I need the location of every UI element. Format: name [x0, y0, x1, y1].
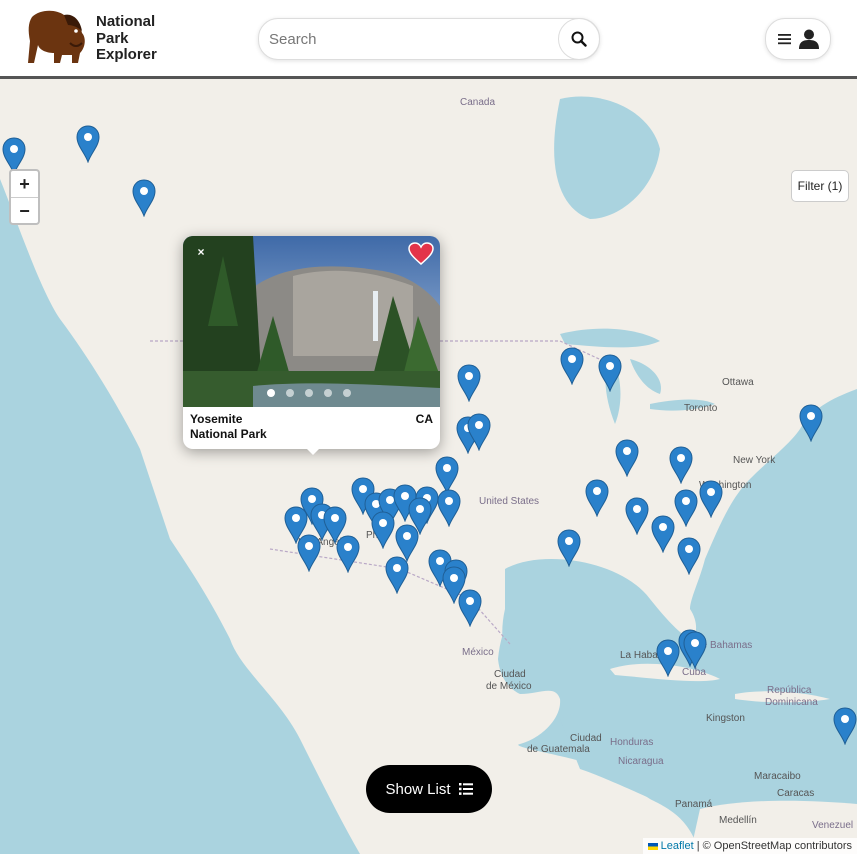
map-label: Ciudad: [570, 733, 602, 744]
park-marker-icon[interactable]: [699, 480, 723, 519]
park-marker-icon[interactable]: [336, 535, 360, 574]
map-label: República: [767, 685, 812, 696]
carousel-dot[interactable]: [324, 389, 332, 397]
hamburger-icon: [777, 34, 791, 45]
filter-button[interactable]: Filter (1): [791, 170, 849, 202]
park-marker-icon[interactable]: [132, 179, 156, 218]
ukraine-flag-icon: [647, 842, 658, 850]
park-marker-icon[interactable]: [297, 534, 321, 573]
carousel-dot[interactable]: [305, 389, 313, 397]
map-label: Kingston: [706, 713, 745, 724]
user-icon: [798, 29, 819, 49]
park-photo[interactable]: [183, 236, 440, 407]
park-marker-icon[interactable]: [625, 497, 649, 536]
map-label: México: [462, 647, 494, 658]
map-label: Medellín: [719, 815, 757, 826]
park-marker-icon[interactable]: [557, 529, 581, 568]
park-marker-icon[interactable]: [385, 556, 409, 595]
map-label: United States: [479, 496, 540, 507]
park-marker-icon[interactable]: [371, 511, 395, 550]
carousel-dot[interactable]: [286, 389, 294, 397]
park-marker-icon[interactable]: [437, 489, 461, 528]
park-state: CA: [415, 412, 433, 426]
yosemite-photo: [183, 236, 440, 407]
park-marker-icon[interactable]: [585, 479, 609, 518]
map-label: Panamá: [675, 799, 713, 810]
search-button[interactable]: [558, 18, 600, 60]
search-icon: [571, 31, 587, 47]
map-label: de Guatemala: [527, 744, 590, 755]
zoom-out-button[interactable]: −: [11, 198, 38, 224]
park-marker-icon[interactable]: [674, 489, 698, 528]
map-label: New York: [733, 455, 776, 466]
map-label: Caracas: [777, 788, 815, 799]
carousel-dots: [267, 389, 351, 397]
park-popup: × Yosemite National Park CA: [183, 236, 440, 455]
park-marker-icon[interactable]: [457, 364, 481, 403]
close-icon[interactable]: ×: [193, 244, 209, 260]
map[interactable]: Canada Ottawa Toronto New York Washingto…: [0, 79, 857, 854]
park-name-line: Yosemite: [190, 412, 243, 426]
map-label: Toronto: [684, 403, 718, 414]
map-label: Nicaragua: [618, 756, 664, 767]
park-marker-icon[interactable]: [656, 639, 680, 678]
park-marker-icon[interactable]: [615, 439, 639, 478]
app-header: National Park Explorer: [0, 0, 857, 76]
park-marker-icon[interactable]: [467, 413, 491, 452]
logo-line: Explorer: [96, 46, 157, 63]
logo[interactable]: National Park Explorer: [26, 7, 166, 67]
search-bar: [258, 18, 600, 60]
map-attribution: Leaflet | © OpenStreetMap contributors: [642, 838, 857, 854]
park-marker-icon[interactable]: [683, 631, 707, 670]
user-menu-button[interactable]: [765, 18, 831, 60]
popup-tip: [304, 446, 322, 455]
map-label: Honduras: [610, 737, 654, 748]
logo-line: Park: [96, 29, 129, 47]
map-label: de México: [486, 681, 532, 692]
search-input[interactable]: [267, 26, 556, 52]
zoom-control: + −: [9, 169, 40, 225]
park-marker-icon[interactable]: [799, 404, 823, 443]
logo-text: National Park Explorer: [96, 13, 157, 64]
bison-icon: [28, 10, 86, 64]
park-marker-icon[interactable]: [458, 589, 482, 628]
map-label: Ottawa: [722, 377, 754, 388]
map-label: Venezuel: [812, 820, 854, 831]
park-marker-icon[interactable]: [677, 537, 701, 576]
map-label: Maracaibo: [754, 771, 801, 782]
park-name-line: National Park: [190, 427, 267, 441]
show-list-button[interactable]: Show List: [366, 765, 492, 813]
logo-line: National: [96, 13, 156, 30]
show-list-label: Show List: [385, 780, 451, 798]
map-tiles: [0, 79, 857, 854]
carousel-dot[interactable]: [343, 389, 351, 397]
map-label: Dominicana: [765, 697, 818, 708]
park-marker-icon[interactable]: [76, 125, 100, 164]
park-name[interactable]: Yosemite National Park: [190, 412, 340, 442]
list-icon: [458, 783, 473, 795]
park-marker-icon[interactable]: [560, 347, 584, 386]
park-marker-icon[interactable]: [669, 446, 693, 485]
zoom-in-button[interactable]: +: [11, 171, 38, 198]
map-label: Ciudad: [494, 669, 526, 680]
leaflet-link[interactable]: Leaflet: [661, 840, 694, 852]
favorite-heart-icon[interactable]: [408, 242, 434, 271]
osm-attribution[interactable]: | © OpenStreetMap contributors: [694, 840, 852, 852]
park-marker-icon[interactable]: [651, 515, 675, 554]
park-marker-icon[interactable]: [833, 707, 857, 746]
park-marker-icon[interactable]: [598, 354, 622, 393]
map-label: Canada: [460, 97, 496, 108]
carousel-dot[interactable]: [267, 389, 275, 397]
